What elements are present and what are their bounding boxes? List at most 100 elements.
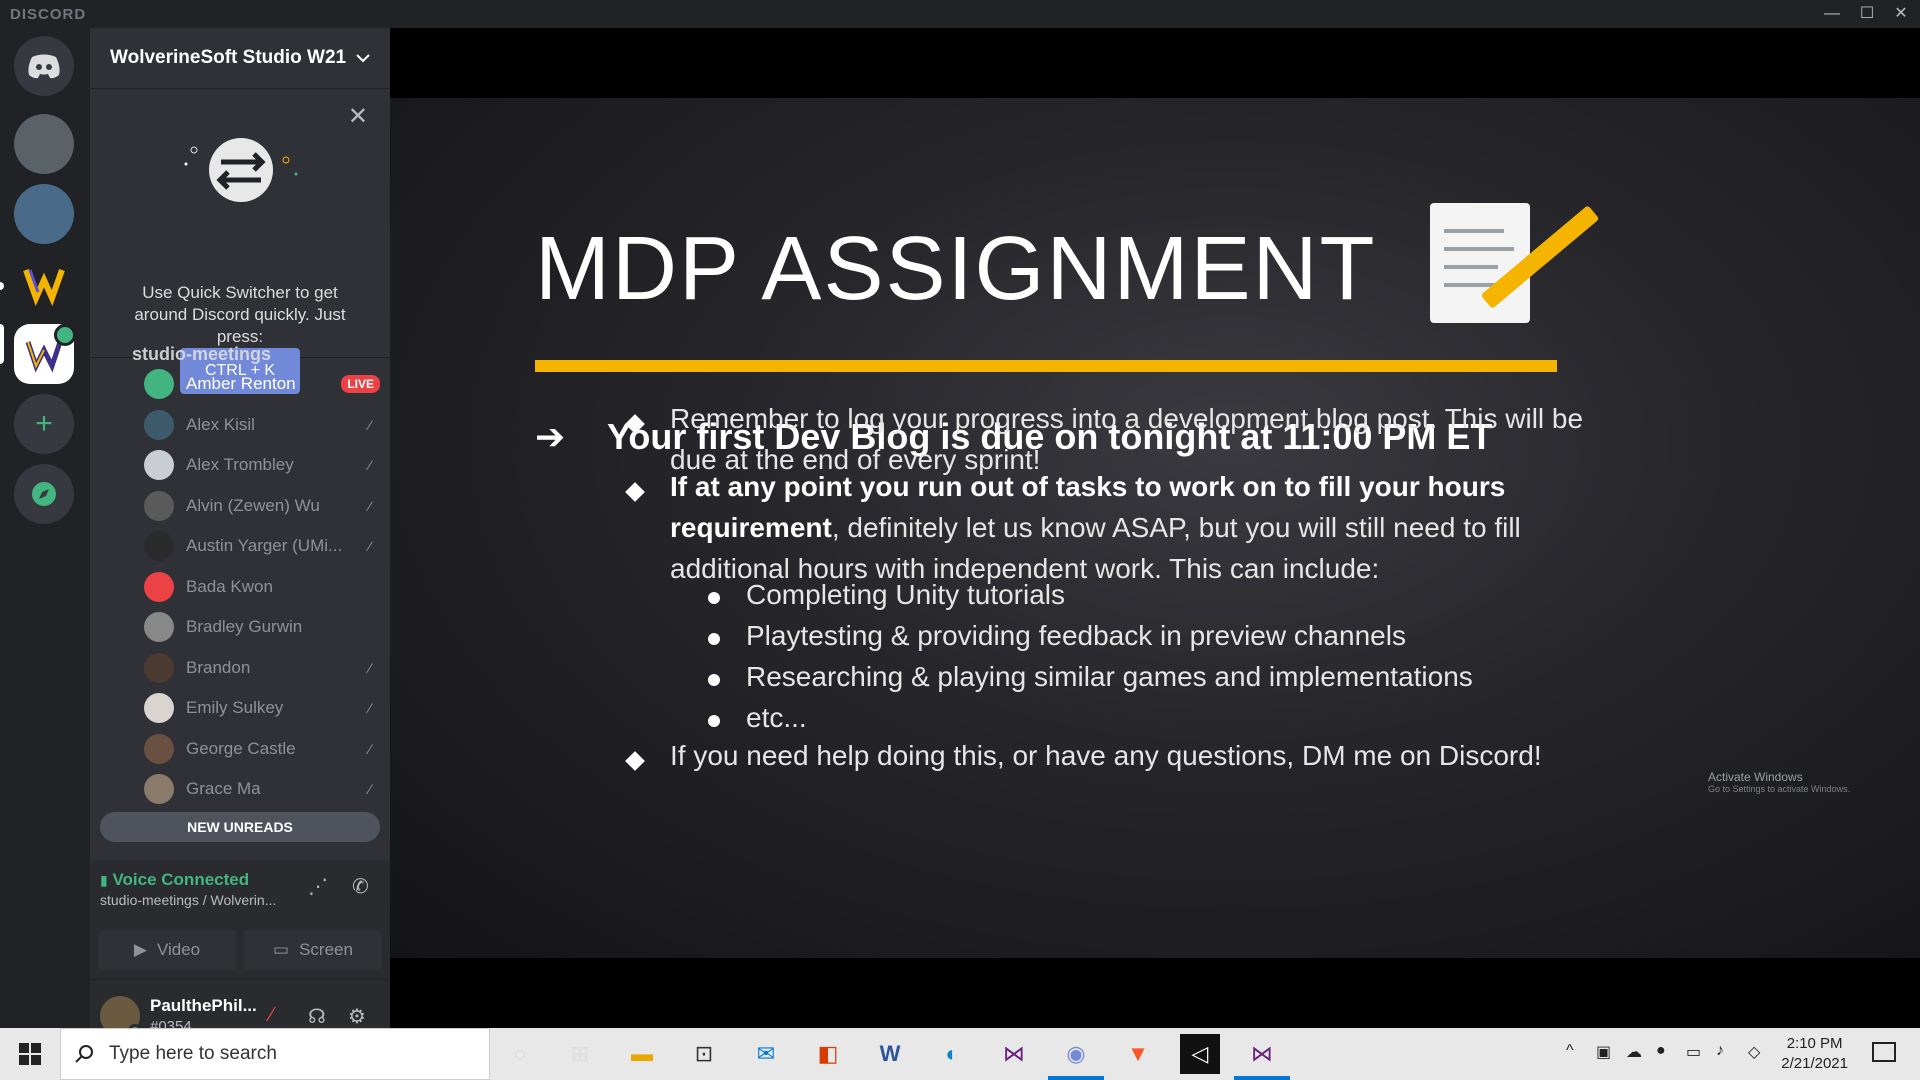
video-label: Video [156,940,201,959]
volume-icon[interactable]: ♪ [1716,1042,1724,1060]
file-explorer-icon[interactable]: ▬ [622,1034,662,1074]
server-icon-wolverinesoft[interactable] [14,254,74,314]
muted-mic-icon: ⁄ [368,538,372,554]
stream-viewer[interactable]: MDP ASSIGNMENT ➔ Your first Dev Blog is d… [390,28,1920,1028]
muted-mic-icon: ⁄ [368,700,372,716]
close-icon[interactable]: ✕ [348,102,368,131]
mute-mic-icon[interactable]: ⁄ [270,1004,273,1027]
activate-windows-subtext: Go to Settings to activate Windows. [1708,784,1851,794]
windows-logo-icon [19,1043,41,1065]
server-icon-1[interactable] [14,114,74,174]
title-underline [535,360,1557,372]
notification-center-icon[interactable]: 3 [1872,1042,1896,1062]
battery-icon[interactable]: ▭ [1686,1042,1701,1062]
visual-studio-2-icon[interactable]: ⋈ [1242,1034,1282,1074]
voice-user-row[interactable]: Amber Renton LIVE [144,366,380,402]
arrow-icon: ➔ [535,416,566,457]
presentation-slide: MDP ASSIGNMENT ➔ Your first Dev Blog is d… [390,98,1920,958]
task-view-icon[interactable]: ⊞ [560,1034,600,1074]
voice-user-row[interactable]: Emily Sulkey ⁄ [144,690,380,726]
plus-icon: + [35,407,53,440]
edge-icon[interactable]: ◐ [932,1034,972,1074]
new-unreads-banner[interactable]: NEW UNREADS [100,812,380,842]
sub-bullet-1: Completing Unity tutorials [746,579,1066,610]
muted-mic-icon: ⁄ [368,781,372,797]
bullet-2-line-2: requirement, definitely let us know ASAP… [670,507,1521,548]
discord-taskbar-icon[interactable]: ◉ [1056,1034,1096,1074]
voice-user-name: George Castle [186,738,296,758]
gear-icon[interactable]: ⚙ [348,1004,366,1029]
show-hidden-icons[interactable]: ^ [1566,1042,1574,1060]
onedrive-icon[interactable]: ☁ [1626,1042,1642,1062]
bullet-diamond-3 [625,751,645,771]
voice-user-name: Emily Sulkey [186,698,284,717]
selected-pill [0,324,4,364]
search-placeholder: Type here to search [109,1043,277,1064]
muted-mic-icon: ⁄ [368,659,372,676]
minimize-button[interactable]: — [1817,2,1847,26]
avatar [144,409,174,440]
avatar [144,693,174,723]
cortana-icon[interactable]: ○ [500,1034,540,1074]
store-icon[interactable]: ⊡ [684,1034,724,1074]
video-button[interactable]: ▶ Video [98,930,236,970]
start-button[interactable] [0,1028,60,1080]
disconnect-icon[interactable]: ✆ [352,874,369,899]
monitor-icon: ▭ [273,940,290,959]
mail-icon[interactable]: ✉ [746,1034,786,1074]
sub-bullet-3: Researching & playing similar games and … [746,661,1473,692]
voice-connected-status[interactable]: ▮ Voice Connected [100,870,249,890]
chevron-down-icon [356,54,370,63]
home-button[interactable] [14,36,74,96]
unity-icon[interactable]: ◁ [1180,1034,1220,1074]
headphones-icon[interactable]: ☊ [308,1004,326,1029]
explore-servers-button[interactable] [14,464,74,524]
screen-share-button[interactable]: ▭ Screen [244,930,382,970]
server-header[interactable]: WolverineSoft Studio W21 [90,28,390,88]
add-server-button[interactable]: + [14,394,74,454]
visual-studio-icon[interactable]: ⋈ [994,1034,1034,1074]
voice-user-row[interactable]: George Castle ⁄ [144,731,380,767]
bullet-1-line-1: Remember to log your progress into a dev… [670,403,1584,434]
taskbar-search-box[interactable]: Type here to search [60,1028,490,1080]
voice-user-row[interactable]: Brandon ⁄ [144,650,380,686]
voice-user-row[interactable]: Grace Ma ⁄ [144,771,380,807]
voice-user-row[interactable]: Austin Yarger (UMi... ⁄ [144,528,380,564]
voice-speaker-icon [54,324,76,346]
discord-logo-icon [28,54,60,79]
noise-suppression-icon[interactable]: ⋰ [308,874,328,899]
voice-user-row[interactable]: Alex Kisil ⁄ [144,407,380,443]
close-window-button[interactable]: ✕ [1886,2,1916,26]
bullet-2-bold-1: If at any point you run out of tasks to … [670,471,1506,502]
sub-bullet-dot-3 [708,674,720,686]
memo-icon [1430,203,1530,323]
voice-channel-studio-meetings[interactable]: studio-meetings [102,344,380,364]
voice-user-row[interactable]: Alvin (Zewen) Wu ⁄ [144,488,380,524]
sub-bullet-4: etc... [746,702,807,733]
server-name: WolverineSoft Studio W21 [110,47,347,68]
office-icon[interactable]: ◧ [808,1034,848,1074]
voice-user-row[interactable]: Alex Trombley ⁄ [144,447,380,483]
voice-user-row[interactable]: Bradley Gurwin [144,609,380,645]
sub-bullet-dot-1 [708,592,720,604]
word-icon[interactable]: W [870,1034,910,1074]
brave-icon[interactable]: ▼ [1118,1034,1158,1074]
voice-connected-label: Voice Connected [112,870,250,889]
vs-active-indicator [1234,1076,1290,1080]
voice-user-row[interactable]: Bada Kwon [144,569,380,605]
maximize-button[interactable]: ☐ [1852,2,1882,26]
bullet-2-rest: , definitely let us know ASAP, but you w… [831,512,1521,543]
bullet-3: If you need help doing this, or have any… [670,740,1542,771]
muted-mic-icon: ⁄ [368,416,372,433]
voice-user-name: Alex Kisil [186,414,255,434]
voice-user-list: Amber Renton LIVE Alex Kisil ⁄ Alex Trombley… [90,366,390,866]
quick-switcher-tip: ✕ Use Quick Switcher to get around Disco… [90,88,390,394]
device-icon[interactable]: ▣ [1596,1042,1611,1062]
taskbar-clock[interactable]: 2:10 PM 2/21/2021 [1781,1034,1848,1074]
dropbox-icon[interactable]: ◇ [1748,1042,1760,1062]
microphone-icon[interactable]: ● [1656,1042,1666,1060]
muted-mic-icon: ⁄ [368,497,372,514]
username: PaulthePhil... [150,996,257,1015]
server-icon-2[interactable] [14,184,74,244]
clock-date: 2/21/2021 [1781,1055,1848,1072]
